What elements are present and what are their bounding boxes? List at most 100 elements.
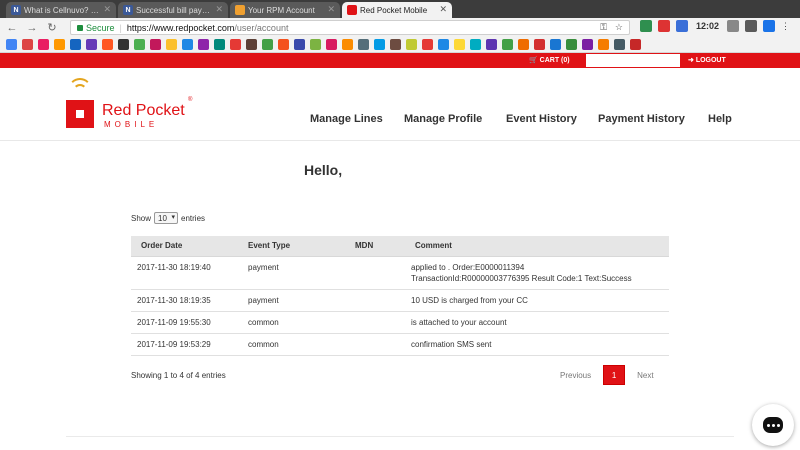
bookmark-icon[interactable] [246,39,257,50]
bookmark-icon[interactable] [438,39,449,50]
bookmark-icon[interactable] [22,39,33,50]
extension-icon[interactable] [658,20,670,32]
bookmark-icon[interactable] [326,39,337,50]
apps-icon[interactable] [6,39,17,50]
extension-icon[interactable] [763,20,776,32]
forward-arrow-icon[interactable]: → [24,20,40,36]
bookmark-icon[interactable] [342,39,353,50]
extension-icon[interactable] [676,20,688,32]
logout-link[interactable]: ➜ LOGOUT [688,56,726,64]
tab-favicon-icon [235,5,245,15]
cast-icon[interactable] [745,20,758,32]
bookmark-icon[interactable] [38,39,49,50]
cell-mdn-redacted [345,333,405,356]
bookmark-icon[interactable] [198,39,209,50]
bookmark-icon[interactable] [566,39,577,50]
bookmark-icon[interactable] [534,39,545,50]
pagination-page-current[interactable]: 1 [603,365,626,385]
column-header-order-date[interactable]: Order Date [131,236,238,257]
bookmark-icon[interactable] [406,39,417,50]
comment-line: TransactionId:R00000003776395 Result Cod… [411,273,632,283]
account-link-redacted[interactable] [586,54,680,67]
nav-payment-history[interactable]: Payment History [598,113,685,125]
entries-label: entries [181,213,206,223]
bookmark-icon[interactable] [630,39,641,50]
bookmark-icon[interactable] [374,39,385,50]
bookmark-icon[interactable] [278,39,289,50]
bookmark-icon[interactable] [454,39,465,50]
pagination-next[interactable]: Next [637,371,653,380]
bookmark-icon[interactable] [182,39,193,50]
cell-order-date: 2017-11-09 19:53:29 [131,333,238,356]
tab-title: Your RPM Account [248,5,315,15]
bookmark-icon[interactable] [310,39,321,50]
tab-title: What is Cellnuvo? - N [24,5,100,15]
bookmark-icon[interactable] [102,39,113,50]
tab-close-icon[interactable]: ✕ [215,4,223,15]
red-pocket-logo[interactable]: Red Pocket ® MOBILE [66,78,206,138]
column-header-event-type[interactable]: Event Type [238,236,345,257]
chat-widget-button[interactable] [752,404,794,446]
cart-label: CART (0) [539,57,570,64]
nav-event-history[interactable]: Event History [506,113,577,125]
bookmark-icon[interactable] [118,39,129,50]
bookmark-icon[interactable] [502,39,513,50]
secure-label: Secure [86,22,115,33]
bookmark-icon[interactable] [214,39,225,50]
main-nav: Manage Lines Manage Profile Event Histor… [0,113,800,129]
bookmark-icon[interactable] [422,39,433,50]
tab-close-icon[interactable]: ✕ [439,4,447,15]
tab-title: Red Pocket Mobile [360,5,428,15]
browser-tab-1[interactable]: N Successful bill payment ✕ [118,2,228,18]
bookmark-icon[interactable] [598,39,609,50]
bookmark-icon[interactable] [582,39,593,50]
bookmark-icon[interactable] [230,39,241,50]
bookmark-icon[interactable] [470,39,481,50]
bookmark-icon[interactable] [262,39,273,50]
bookmark-icon[interactable] [70,39,81,50]
bookmark-icon[interactable] [390,39,401,50]
reload-icon[interactable]: ↻ [44,20,60,36]
cart-link[interactable]: 🛒 CART (0) [529,56,570,64]
bookmark-icon[interactable] [518,39,529,50]
cell-mdn-redacted [345,311,405,334]
bookmark-icon[interactable] [294,39,305,50]
bookmark-icon[interactable] [86,39,97,50]
extensions-bar: 12:02 ⋮ [640,20,790,32]
signal-arc-icon [73,84,87,98]
nav-manage-lines[interactable]: Manage Lines [310,113,383,125]
column-header-comment[interactable]: Comment [405,236,669,257]
extension-icon[interactable] [640,20,652,32]
bookmark-icon[interactable] [550,39,561,50]
tab-title: Successful bill payment [136,5,212,15]
bookmark-icon[interactable] [54,39,65,50]
omnibox-icons: ⚿ ☆ [600,22,623,33]
tab-favicon-icon [347,5,357,15]
address-bar[interactable]: Secure | https://www.redpocket.com/user/… [70,20,630,35]
bookmark-star-icon[interactable]: ☆ [615,22,623,33]
browser-tab-0[interactable]: N What is Cellnuvo? - N ✕ [6,2,116,18]
back-arrow-icon[interactable]: ← [4,20,20,36]
bookmark-icon[interactable] [150,39,161,50]
bookmark-icon[interactable] [166,39,177,50]
pagination: Previous 1 Next [560,365,654,385]
secure-indicator[interactable]: Secure [77,23,115,33]
browser-tab-active[interactable]: Red Pocket Mobile ✕ [342,2,452,18]
table-info: Showing 1 to 4 of 4 entries [131,371,226,380]
pagination-previous[interactable]: Previous [560,371,591,380]
tab-close-icon[interactable]: ✕ [103,4,111,15]
nav-help[interactable]: Help [708,113,732,125]
menu-icon[interactable]: ⋮ [781,21,790,32]
bookmark-icon[interactable] [486,39,497,50]
tab-close-icon[interactable]: ✕ [327,4,335,15]
extension-icon[interactable] [727,20,740,32]
cell-event-type: common [238,311,345,334]
browser-tab-2[interactable]: Your RPM Account ✕ [230,2,340,18]
bookmark-icon[interactable] [358,39,369,50]
key-icon[interactable]: ⚿ [600,22,607,33]
nav-manage-profile[interactable]: Manage Profile [404,113,482,125]
column-header-mdn[interactable]: MDN [345,236,405,257]
bookmark-icon[interactable] [134,39,145,50]
entries-select[interactable]: 10 [154,212,179,224]
bookmark-icon[interactable] [614,39,625,50]
